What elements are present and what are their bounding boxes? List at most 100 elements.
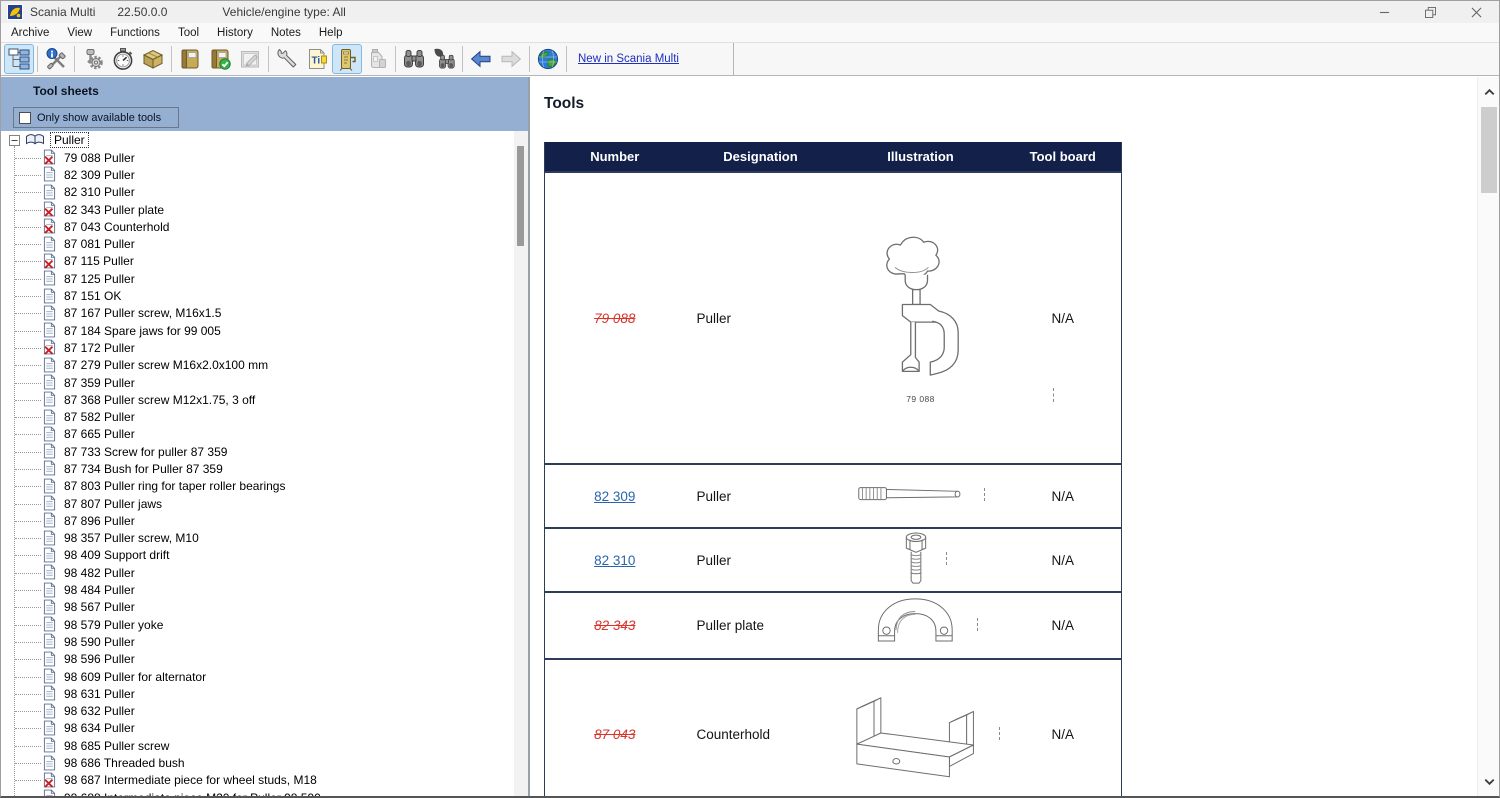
menu-item-help[interactable]: Help [310,27,352,39]
tree-item[interactable]: 87 896 Puller [1,512,514,529]
only-available-checkbox[interactable] [19,112,31,124]
document-icon [43,668,57,685]
tree-item[interactable]: 82 310 Puller [1,184,514,201]
tree-item[interactable]: 87 115 Puller [1,253,514,270]
tree-item[interactable]: 87 167 Puller screw, M16x1.5 [1,305,514,322]
tool-board-icon[interactable] [332,44,362,74]
measure-dash-mark [1053,388,1054,402]
column-header-designation: Designation [685,142,837,172]
illustration-cell [837,528,1005,592]
designation-cell: Puller plate [685,592,837,659]
tree-item[interactable]: 79 088 Puller [1,149,514,166]
menu-item-archive[interactable]: Archive [2,27,58,39]
document-icon [43,599,57,616]
tree-item[interactable]: 87 733 Screw for puller 87 359 [1,443,514,460]
document-icon [43,374,57,391]
tree-item[interactable]: 87 582 Puller [1,408,514,425]
tree-item[interactable]: 98 634 Puller [1,720,514,737]
tree-item[interactable]: 87 043 Counterhold [1,218,514,235]
stopwatch-icon[interactable] [108,44,138,74]
info-tools-icon[interactable] [41,44,71,74]
tree-item[interactable]: 98 632 Puller [1,703,514,720]
tree-item[interactable]: 98 685 Puller screw [1,737,514,754]
tree-item[interactable]: 98 590 Puller [1,633,514,650]
tree-item[interactable]: 87 734 Bush for Puller 87 359 [1,460,514,477]
close-button[interactable] [1453,1,1499,23]
tree-item[interactable]: 82 309 Puller [1,166,514,183]
tree-item[interactable]: 98 609 Puller for alternator [1,668,514,685]
package-icon[interactable] [138,44,168,74]
scroll-up-button[interactable] [1478,80,1500,104]
ti-document-icon[interactable]: Ti [302,44,332,74]
tree-item[interactable]: 87 359 Puller [1,374,514,391]
app-title: Scania Multi [30,5,95,19]
number-cell: 82 343 [545,592,685,659]
tree-item[interactable]: 98 631 Puller [1,685,514,702]
tree-scrollbar[interactable] [514,131,528,796]
globe-icon[interactable] [533,44,563,74]
document-icon [43,789,57,796]
tree-item[interactable]: 98 686 Threaded bush [1,754,514,771]
restore-button[interactable] [1407,1,1453,23]
tree-item[interactable]: 98 687 Intermediate piece for wheel stud… [1,772,514,789]
toolbar-separator [37,46,38,72]
menu-item-tool[interactable]: Tool [169,27,208,39]
tree-item[interactable]: 98 579 Puller yoke [1,616,514,633]
tree-item[interactable]: 98 567 Puller [1,599,514,616]
tree-item[interactable]: 98 596 Puller [1,651,514,668]
arrow-left-icon[interactable] [466,44,496,74]
book-icon[interactable] [175,44,205,74]
tree-root-puller[interactable]: Puller [1,131,514,149]
tool-number: 79 088 [594,311,635,326]
notepad-icon[interactable] [235,44,265,74]
oil-bottle-icon[interactable] [362,44,392,74]
tree-item[interactable]: 87 081 Puller [1,235,514,252]
menu-item-view[interactable]: View [58,27,101,39]
tree-item[interactable]: 87 184 Spare jaws for 99 005 [1,322,514,339]
tree-item[interactable]: 87 125 Puller [1,270,514,287]
tree-item[interactable]: 98 409 Support drift [1,547,514,564]
tree-scrollbar-thumb[interactable] [517,146,524,246]
menu-item-notes[interactable]: Notes [262,27,310,39]
tree-item-label: 98 688 Intermediate piece M20 for Puller… [64,791,321,796]
menu-item-history[interactable]: History [208,27,262,39]
wrench-icon[interactable] [272,44,302,74]
binoculars-icon[interactable] [399,44,429,74]
tool-number-link[interactable]: 82 310 [594,553,635,568]
tree-item[interactable]: 87 803 Puller ring for taper roller bear… [1,478,514,495]
binoculars-find-icon[interactable] [429,44,459,74]
minimize-button[interactable] [1361,1,1407,23]
tree-structure-icon[interactable] [4,44,34,74]
tree-item[interactable]: 87 172 Puller [1,339,514,356]
gear-tools-icon[interactable] [78,44,108,74]
new-in-scania-multi-link[interactable]: New in Scania Multi [578,53,679,65]
tree-item[interactable]: 87 665 Puller [1,426,514,443]
tree-item[interactable]: 98 357 Puller screw, M10 [1,530,514,547]
tool-number-link[interactable]: 82 309 [594,489,635,504]
document-icon [43,564,57,581]
toolbar-buttons: Ti [4,44,570,74]
tool-number: 87 043 [594,727,635,742]
tree-item[interactable]: 98 482 Puller [1,564,514,581]
arrow-right-icon[interactable] [496,44,526,74]
tree-item[interactable]: 87 807 Puller jaws [1,495,514,512]
menu-item-functions[interactable]: Functions [101,27,169,39]
book-check-icon[interactable] [205,44,235,74]
tree-item[interactable]: 87 368 Puller screw M12x1.75, 3 off [1,391,514,408]
illustration-cell: 79 088 [837,172,1005,464]
tree-item[interactable]: 98 688 Intermediate piece M20 for Puller… [1,789,514,796]
document-unavailable-icon [43,339,57,356]
tree-item[interactable]: 98 484 Puller [1,581,514,598]
tree-item[interactable]: 82 343 Puller plate [1,201,514,218]
tree-item[interactable]: 87 279 Puller screw M16x2.0x100 mm [1,357,514,374]
illustration-cell [837,592,1005,659]
scrollbar-thumb[interactable] [1481,107,1497,193]
scroll-down-button[interactable] [1478,769,1500,793]
designation-cell: Puller [685,464,837,528]
collapse-expander-icon[interactable] [9,135,20,146]
tree-item[interactable]: 87 151 OK [1,287,514,304]
tool-illustration [841,685,1000,781]
vertical-scrollbar[interactable] [1477,77,1499,796]
main-content: Tool sheets Only show available tools Pu… [1,77,1499,796]
tree-item-label: 98 634 Puller [64,721,135,735]
